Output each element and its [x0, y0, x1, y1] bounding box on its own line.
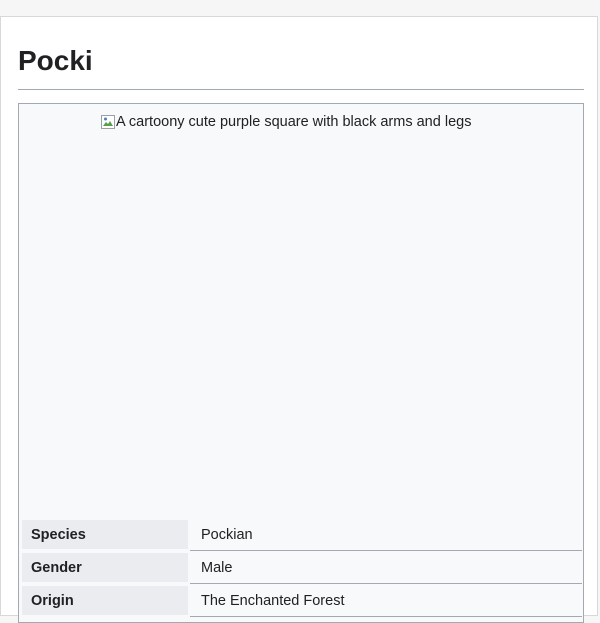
origin-value: The Enchanted Forest: [190, 586, 582, 617]
origin-label: Origin: [22, 586, 188, 617]
page-title: Pocki: [18, 45, 93, 76]
title-divider: [18, 89, 584, 90]
infobox-rows: Species Pockian Gender Male Origin The E…: [22, 520, 582, 619]
infobox-row-species: Species Pockian: [22, 520, 582, 553]
infobox: A cartoony cute purple square with black…: [18, 103, 584, 623]
image-alt-text: A cartoony cute purple square with black…: [116, 114, 472, 130]
infobox-image[interactable]: A cartoony cute purple square with black…: [101, 113, 471, 131]
article-page: Pocki A cartoony cute purple square with…: [0, 16, 598, 623]
gender-label: Gender: [22, 553, 188, 584]
species-label: Species: [22, 520, 188, 551]
species-value: Pockian: [190, 520, 582, 551]
broken-image-icon: [101, 115, 115, 129]
infobox-image-area: A cartoony cute purple square with black…: [19, 104, 583, 520]
gender-value: Male: [190, 553, 582, 584]
infobox-row-gender: Gender Male: [22, 553, 582, 586]
infobox-row-origin: Origin The Enchanted Forest: [22, 586, 582, 619]
